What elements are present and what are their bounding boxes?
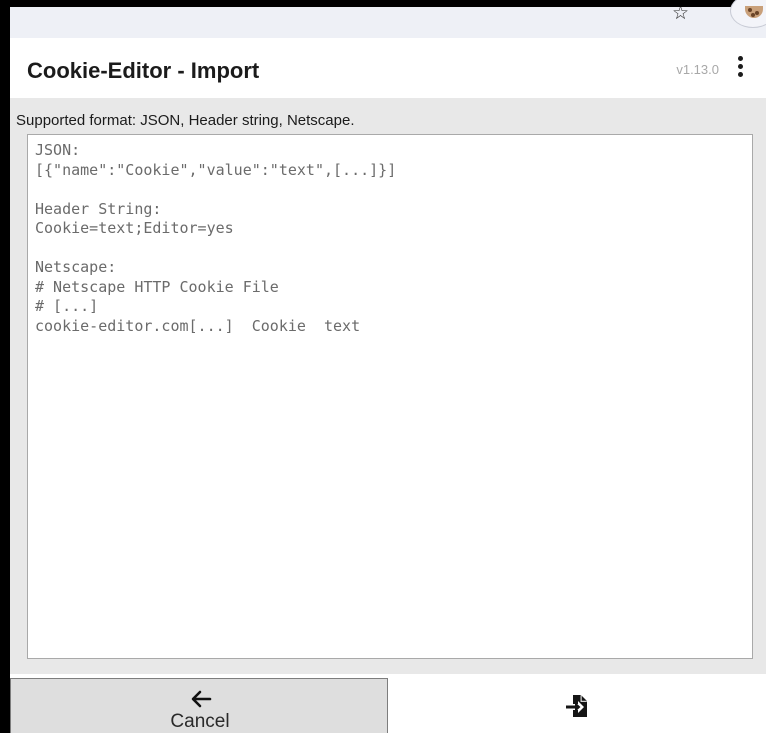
popup-footer: Cancel (10, 674, 766, 733)
arrow-left-icon (191, 690, 212, 708)
popup-header: Cookie-Editor - Import v1.13.0 (10, 38, 766, 98)
cancel-button[interactable]: Cancel (10, 678, 388, 733)
cookie-icon (745, 6, 763, 18)
cancel-label: Cancel (170, 711, 230, 732)
supported-formats-label: Supported format: JSON, Header string, N… (16, 112, 355, 129)
import-button[interactable] (388, 678, 766, 733)
file-import-icon (566, 695, 587, 717)
screenshot: ☆ Cookie-Editor - Import v1.13.0 Support… (0, 0, 766, 733)
cookie-editor-popup: Cookie-Editor - Import v1.13.0 Supported… (10, 38, 766, 733)
bookmark-star-icon[interactable]: ☆ (672, 7, 692, 21)
browser-toolbar-strip: ☆ (10, 0, 766, 38)
version-label: v1.13.0 (676, 62, 719, 77)
cookie-import-textarea[interactable] (27, 134, 753, 659)
cookie-editor-extension-button[interactable] (730, 0, 766, 28)
import-panel: Supported format: JSON, Header string, N… (10, 98, 766, 674)
kebab-menu-icon[interactable] (734, 56, 748, 82)
page-title: Cookie-Editor - Import (27, 58, 260, 83)
